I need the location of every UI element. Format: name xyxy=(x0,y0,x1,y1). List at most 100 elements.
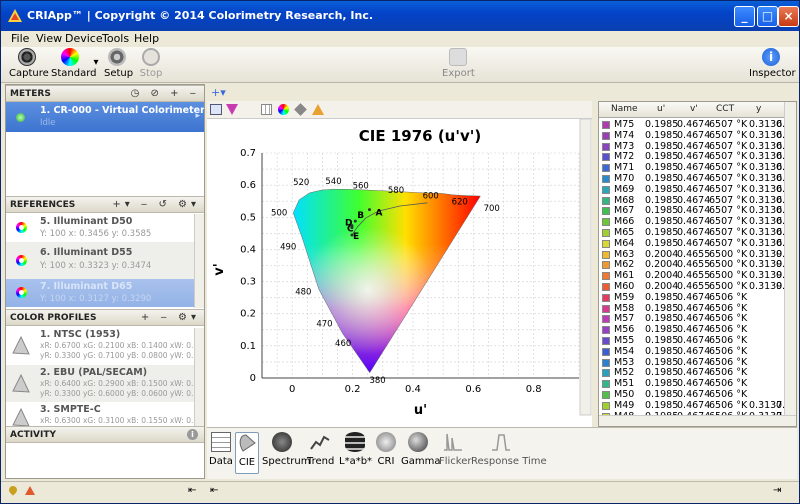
inspector-button[interactable]: i Inspector xyxy=(749,48,796,79)
table-row[interactable]: M53 0.1985 0.4674 6506 °K xyxy=(599,357,785,368)
cell-cct: 6507 °K xyxy=(709,183,748,195)
color-swatch xyxy=(602,142,610,151)
cell-u: 0.1985 xyxy=(645,237,679,249)
table-row[interactable]: M68 0.1985 0.4674 6507 °K 0.3136 0. xyxy=(599,195,785,206)
table-row[interactable]: M72 0.1985 0.4674 6507 °K 0.3136 0. xyxy=(599,151,785,162)
color-swatch xyxy=(602,239,610,248)
table-scrollbar[interactable] xyxy=(784,102,796,416)
gamut-overlay-icon[interactable] xyxy=(312,104,324,115)
table-row[interactable]: M75 0.1985 0.4674 6507 °K 0.3136 0. xyxy=(599,119,785,130)
table-row[interactable]: M60 0.2004 0.4655 6500 °K 0.3139 0. xyxy=(599,281,785,292)
gamut-menu-icon[interactable] xyxy=(226,104,238,115)
reference-item-7[interactable]: 7. Illuminant D65 Y: 100 x: 0.3127 y: 0.… xyxy=(6,279,196,307)
collapse-center-icon[interactable]: ⇤ xyxy=(210,485,218,496)
cie-chart[interactable]: CIE 1976 (u'v') 0 0.2 0.4 0.6 0.8 0 0.1 0.2 0.3 0.… xyxy=(207,118,592,427)
color-wheel-icon[interactable] xyxy=(278,104,289,115)
table-row[interactable]: M50 0.1985 0.4674 6506 °K xyxy=(599,389,785,400)
reference-item-5[interactable]: 5. Illuminant D50 Y: 100 x: 0.3456 y: 0.… xyxy=(6,214,196,242)
table-row[interactable]: M63 0.2004 0.4655 6500 °K 0.3139 0. xyxy=(599,249,785,260)
setup-button[interactable]: Setup xyxy=(104,48,133,79)
cell-name: M52 xyxy=(614,367,635,379)
tab-lab[interactable]: L*a*b* xyxy=(339,432,372,474)
capture-button[interactable]: Capture xyxy=(9,48,49,79)
export-button[interactable]: Export xyxy=(442,48,475,79)
close-button[interactable]: × xyxy=(778,6,799,27)
standard-dropdown-arrow[interactable]: ▾ xyxy=(92,57,100,68)
maximize-button[interactable]: □ xyxy=(757,6,778,27)
collapse-right-icon[interactable]: ⇥ xyxy=(773,485,781,496)
tab-trend[interactable]: Trend xyxy=(307,432,334,474)
cell-v: 0.4655 xyxy=(677,281,711,292)
cell-u: 0.1985 xyxy=(645,227,679,238)
col-header-y[interactable]: y xyxy=(756,104,761,114)
color-swatch xyxy=(602,121,610,129)
table-row[interactable]: M65 0.1985 0.4674 6507 °K 0.3136 0. xyxy=(599,227,785,238)
location-pin-icon[interactable] xyxy=(7,484,19,496)
profile-item-1[interactable]: 1. NTSC (1953) xR: 0.6700 xG: 0.2100 xB:… xyxy=(6,328,196,363)
table-row[interactable]: M54 0.1985 0.4674 6506 °K xyxy=(599,346,785,357)
color-profiles-header-label: COLOR PROFILES xyxy=(10,313,97,323)
menu-file[interactable]: File xyxy=(11,32,29,45)
table-hscrollbar[interactable] xyxy=(599,415,796,426)
tab-gamma[interactable]: Gamma xyxy=(401,432,441,474)
table-row[interactable]: M59 0.1985 0.4674 6506 °K xyxy=(599,292,785,303)
table-row[interactable]: M51 0.1985 0.4674 6506 °K xyxy=(599,378,785,389)
table-row[interactable]: M57 0.1985 0.4674 6506 °K xyxy=(599,313,785,324)
color-swatch xyxy=(602,229,610,237)
profile-item-2[interactable]: 2. EBU (PAL/SECAM) xR: 0.6400 xG: 0.2900… xyxy=(6,365,196,402)
tab-response-time[interactable]: Response Time xyxy=(471,432,547,474)
info-icon[interactable]: i xyxy=(187,429,198,440)
table-row[interactable]: M70 0.1985 0.4674 6507 °K 0.3136 0. xyxy=(599,173,785,184)
grid-icon[interactable] xyxy=(261,104,272,115)
menu-tools[interactable]: Tools xyxy=(102,32,129,45)
cell-u: 0.1985 xyxy=(645,367,679,379)
tab-cri[interactable]: CRI xyxy=(375,432,397,474)
table-row[interactable]: M52 0.1985 0.4674 6506 °K xyxy=(599,367,785,378)
wavelength-label: 500 xyxy=(271,209,287,219)
view-toolbar: +▾ xyxy=(207,84,797,101)
capture-icon xyxy=(18,48,36,66)
col-header-u[interactable]: u' xyxy=(657,104,665,114)
table-row[interactable]: M73 0.1985 0.4674 6507 °K 0.3136 0. xyxy=(599,141,785,152)
menu-device[interactable]: Device xyxy=(65,32,103,45)
table-row[interactable]: M58 0.1985 0.4674 6506 °K xyxy=(599,303,785,314)
collapse-left-icon[interactable]: ⇤ xyxy=(188,485,196,496)
menu-view[interactable]: View xyxy=(36,32,62,45)
gamut-icon xyxy=(12,408,30,426)
table-row[interactable]: M64 0.1985 0.4674 6507 °K 0.3136 0. xyxy=(599,238,785,249)
references-scrollbar[interactable] xyxy=(194,214,204,308)
menu-help[interactable]: Help xyxy=(134,32,159,45)
tab-spectrum[interactable]: Spectrum xyxy=(262,432,310,474)
table-row[interactable]: M69 0.1985 0.4674 6507 °K 0.3136 0. xyxy=(599,184,785,195)
color-profiles-tools[interactable]: + ‒ ⚙▾ xyxy=(141,312,200,323)
table-row[interactable]: M71 0.1985 0.4674 6507 °K 0.3136 0. xyxy=(599,162,785,173)
meters-tools[interactable]: ◷ ⊘ + ‒ xyxy=(131,88,200,99)
meter-item-1[interactable]: 1. CR-000 - Virtual Colorimeter Idle ▸ xyxy=(6,102,204,132)
table-row[interactable]: M61 0.2004 0.4655 6500 °K 0.3139 0. xyxy=(599,270,785,281)
table-row[interactable]: M67 0.1985 0.4674 6507 °K 0.3136 0. xyxy=(599,205,785,216)
table-row[interactable]: M62 0.2004 0.4655 6500 °K 0.3139 0. xyxy=(599,259,785,270)
tab-data[interactable]: Data xyxy=(209,432,233,474)
standard-button[interactable]: Standard xyxy=(51,48,97,79)
col-header-v[interactable]: v' xyxy=(690,104,698,114)
reference-item-6[interactable]: 6. Illuminant D55 Y: 100 x: 0.3323 y: 0.… xyxy=(6,242,196,279)
minimize-button[interactable]: _ xyxy=(734,6,755,27)
table-row[interactable]: M74 0.1985 0.4674 6507 °K 0.3136 0. xyxy=(599,130,785,141)
eraser-icon[interactable] xyxy=(294,103,307,116)
table-row[interactable]: M66 0.1985 0.4674 6507 °K 0.3136 0. xyxy=(599,216,785,227)
profile-item-3[interactable]: 3. SMPTE-C xR: 0.6300 xG: 0.3100 xB: 0.1… xyxy=(6,402,196,426)
add-view-button[interactable]: +▾ xyxy=(211,86,226,99)
table-row[interactable]: M55 0.1985 0.4674 6506 °K xyxy=(599,335,785,346)
table-row[interactable]: M56 0.1985 0.4674 6506 °K xyxy=(599,324,785,335)
references-tools[interactable]: +▾ ‒ ↺ ⚙▾ xyxy=(112,199,200,210)
tab-flicker[interactable]: Flicker xyxy=(439,432,472,474)
profiles-scrollbar[interactable] xyxy=(194,328,204,426)
table-row[interactable]: M49 0.1985 0.4674 6506 °K 0.3137 0. xyxy=(599,400,785,411)
tab-cie[interactable]: CIE xyxy=(235,432,259,474)
col-header-cct[interactable]: CCT xyxy=(716,104,734,114)
table-icon[interactable] xyxy=(210,104,222,115)
stop-button[interactable]: Stop xyxy=(139,48,163,79)
col-header-name[interactable]: Name xyxy=(611,104,638,114)
title-bar[interactable]: CRIApp™ | Copyright © 2014 Colorimetry R… xyxy=(1,1,799,31)
x-tick-label: 0.2 xyxy=(345,384,361,395)
